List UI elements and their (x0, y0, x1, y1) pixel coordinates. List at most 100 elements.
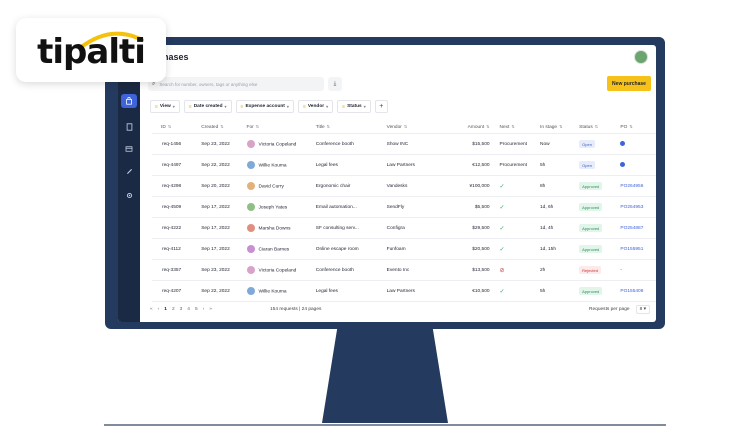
add-filter-button[interactable]: + (374, 100, 388, 113)
column-header-for[interactable]: For ⇅ (246, 121, 316, 134)
filter-status[interactable]: ≡ Status ▾ (337, 100, 371, 113)
column-header-created[interactable]: Created ⇅ (201, 121, 247, 134)
cell-next: ✓ (493, 175, 541, 197)
cell-vendor: Law Partners (386, 280, 453, 302)
column-header-id[interactable]: ID ⇅ (151, 121, 202, 134)
page-3[interactable]: 3 (180, 307, 183, 312)
po-link[interactable]: PO155951 (620, 247, 643, 252)
search-input[interactable]: ⌕ Search for number, owners, tags or any… (148, 77, 324, 91)
download-button[interactable]: ⤓ (328, 77, 342, 91)
cell-next: Procurement (493, 133, 541, 155)
results-summary: 154 requests | 24 pages (270, 307, 322, 312)
rows-per-page: Requests per page 8 ▾ (589, 305, 650, 314)
avatar (246, 140, 255, 148)
table-row[interactable]: req-4497 Sep 22, 2022 Willie Kouma Legal fe… (151, 154, 656, 176)
column-header-in-stage[interactable]: In stage ⇅ (540, 121, 580, 134)
next-step: Procurement (499, 162, 527, 168)
po-link[interactable]: PO254953 (620, 205, 643, 210)
filter-date-created[interactable]: ≡ Date created ▾ (183, 100, 232, 113)
column-header-status[interactable]: Status ⇅ (579, 121, 621, 134)
page-5[interactable]: 5 (195, 307, 198, 312)
column-header-vendor[interactable]: Vendor ⇅ (386, 121, 453, 134)
cell-for: Ciaran Barnes (246, 238, 316, 260)
next-page-button[interactable]: › (203, 307, 205, 312)
column-header-po[interactable]: PO ⇅ (620, 121, 656, 134)
filter-vendor[interactable]: ≡ Vendor ▾ (297, 100, 334, 113)
table-row[interactable]: req-1456 Sep 23, 2022 Victoria Copeland Con… (151, 133, 656, 155)
table-row[interactable]: req-4222 Sep 17, 2022 Marsha Downs SF consu… (151, 217, 656, 239)
cell-for: David Curry (246, 175, 316, 197)
document-icon[interactable] (121, 120, 137, 134)
cell-in-stage: Now (540, 133, 580, 155)
cell-vendor: Show INC (386, 133, 453, 155)
card-icon[interactable] (121, 142, 137, 156)
purchases-table: ID ⇅ Created ⇅ For ⇅ Title ⇅ Vendor ⇅ Amount ⇅… (150, 121, 656, 302)
chevron-down-icon: ▾ (326, 104, 329, 109)
filter-icon: ≡ (342, 103, 346, 110)
cell-po: PO155951 (620, 238, 656, 260)
filter-label: Status (347, 104, 362, 109)
page-2[interactable]: 2 (172, 307, 175, 312)
first-page-button[interactable]: « (150, 307, 153, 312)
filter-view[interactable]: ≡ View ▾ (150, 100, 180, 113)
page-4[interactable]: 4 (187, 307, 190, 312)
blocked-icon: ⊘ (499, 267, 505, 274)
column-header-title[interactable]: Title ⇅ (315, 121, 387, 134)
po-link[interactable]: PO155408 (620, 289, 643, 294)
check-icon: ✓ (499, 204, 505, 211)
prev-page-button[interactable]: ‹ (158, 307, 160, 312)
cell-id: req-4112 (151, 238, 202, 260)
gear-icon[interactable] (121, 188, 137, 202)
rows-per-page-select[interactable]: 8 ▾ (635, 305, 650, 314)
check-icon: ✓ (499, 183, 505, 190)
table-header: ID ⇅ Created ⇅ For ⇅ Title ⇅ Vendor ⇅ Amount ⇅… (151, 121, 656, 134)
cell-created: Sep 22, 2022 (201, 154, 247, 176)
po-pending-icon (620, 140, 626, 146)
cell-in-stage: 2h (540, 259, 580, 281)
sidebar (118, 45, 140, 322)
cell-created: Sep 23, 2022 (201, 259, 247, 281)
avatar (246, 245, 255, 253)
tipalti-logo: tipalti (16, 18, 166, 82)
cell-next: ✓ (493, 217, 541, 239)
new-purchase-button[interactable]: New purchase (607, 76, 651, 91)
filter-label: Date created (193, 104, 223, 109)
avatar (246, 203, 255, 211)
table-row[interactable]: req-3357 Sep 23, 2022 Victoria Copeland Con… (151, 259, 656, 281)
last-page-button[interactable]: » (209, 307, 212, 312)
cell-amount: $29,500 (452, 217, 494, 239)
status-badge: Approved (579, 182, 603, 190)
cell-created: Sep 17, 2022 (201, 196, 247, 218)
cell-created: Sep 23, 2022 (201, 133, 247, 155)
cell-po (620, 133, 656, 155)
cell-title: Legal fees (315, 154, 387, 176)
table-row[interactable]: req-4298 Sep 20, 2022 David Curry Ergonomic… (151, 175, 656, 197)
requester-name: David Curry (258, 184, 284, 190)
cell-id: req-4207 (151, 280, 202, 302)
pagination: « ‹ 1 2 3 4 5 › » (150, 307, 212, 312)
user-avatar[interactable] (634, 50, 648, 64)
po-link[interactable]: PO254887 (620, 226, 643, 231)
pen-icon[interactable] (121, 164, 137, 178)
cell-amount: $13,500 (452, 259, 494, 281)
table-row[interactable]: req-4509 Sep 17, 2022 Joseph Yates Email au… (151, 196, 656, 218)
column-header-next[interactable]: Next ⇅ (493, 121, 541, 134)
cell-status: Open (579, 154, 621, 176)
cell-vendor: Vandesks (386, 175, 453, 197)
table-row[interactable]: req-4207 Sep 22, 2022 Willie Kouma Legal fe… (151, 280, 656, 302)
cell-for: Joseph Yates (246, 196, 316, 218)
cell-po: PO264956 (620, 175, 656, 197)
app-screen: chases ⌕ Search for number, owners, tags… (118, 45, 656, 322)
cart-icon[interactable] (121, 94, 137, 108)
table-row[interactable]: req-4112 Sep 17, 2022 Ciaran Barnes Online … (151, 238, 656, 260)
cell-vendor: Configra (386, 217, 453, 239)
cell-in-stage: 1d, 15h (540, 238, 580, 260)
avatar (246, 161, 255, 169)
page-1[interactable]: 1 (164, 307, 167, 312)
po-link[interactable]: PO264956 (620, 184, 643, 189)
column-header-amount[interactable]: Amount ⇅ (452, 121, 494, 134)
filter-expense-account[interactable]: ≡ Expense account ▾ (235, 100, 294, 113)
cell-id: req-4222 (151, 217, 202, 239)
cell-po: PO254887 (620, 217, 656, 239)
check-icon: ✓ (499, 225, 505, 232)
